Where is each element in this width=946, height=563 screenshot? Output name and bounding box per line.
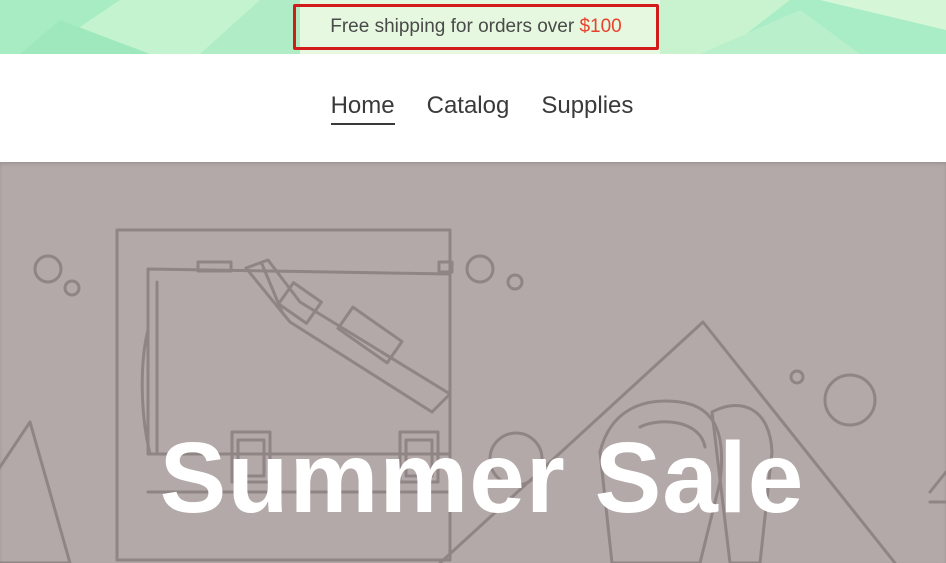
main-navigation: Home Catalog Supplies xyxy=(0,54,946,162)
announcement-message: Free shipping for orders over $100 xyxy=(330,16,622,38)
hero-title: Summer Sale xyxy=(159,422,805,534)
announcement-bar: Free shipping for orders over $100 xyxy=(0,0,946,54)
site-header: Home Catalog Supplies xyxy=(0,54,946,162)
nav-link-supplies[interactable]: Supplies xyxy=(541,92,633,125)
announcement-text: Free shipping for orders over xyxy=(330,16,580,37)
hero-banner[interactable]: Summer Sale xyxy=(0,162,946,563)
announcement-highlight-box: Free shipping for orders over $100 xyxy=(293,4,659,50)
nav-link-home[interactable]: Home xyxy=(330,92,395,125)
nav-link-catalog[interactable]: Catalog xyxy=(427,92,510,125)
announcement-price: $100 xyxy=(579,16,622,37)
